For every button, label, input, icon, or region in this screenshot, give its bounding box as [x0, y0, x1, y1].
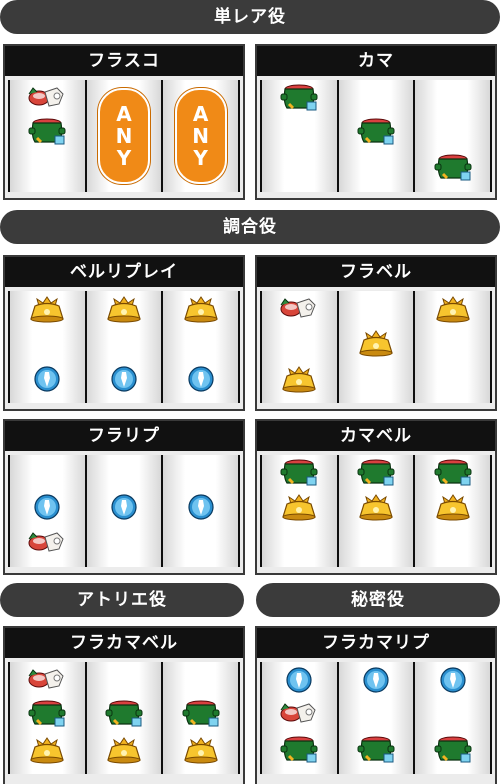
reel-left	[262, 291, 337, 403]
reel-left	[262, 662, 337, 774]
bell-symbol-icon	[184, 737, 218, 764]
panel-title-fra-kama-bell: フラカマベル	[5, 628, 243, 658]
bell-symbol-icon	[282, 494, 316, 521]
panel-title-bell-replay: ベルリプレイ	[5, 257, 243, 287]
frasco-symbol-icon	[28, 87, 64, 107]
any-badge: A N Y	[174, 88, 227, 184]
kama-symbol-icon	[356, 459, 396, 487]
replay-symbol-icon	[111, 494, 137, 520]
reel-center	[86, 455, 162, 567]
replay-symbol-icon	[34, 494, 60, 520]
reel-right: A N Y	[163, 80, 239, 192]
reel-right	[415, 662, 491, 774]
section-header-atelier: アトリエ役	[0, 583, 244, 617]
bell-symbol-icon	[107, 737, 141, 764]
kama-symbol-icon	[356, 736, 396, 764]
kama-symbol-icon	[433, 459, 473, 487]
reel-center	[338, 662, 414, 774]
bell-symbol-icon	[436, 494, 470, 521]
reel-right	[415, 80, 491, 192]
panel-title-frasco: フラスコ	[5, 46, 243, 76]
replay-symbol-icon	[111, 366, 137, 392]
panel-title-kama-bell: カマベル	[257, 421, 495, 451]
kama-symbol-icon	[433, 154, 473, 182]
reels-fra-kama-rip	[260, 662, 492, 774]
bell-symbol-icon	[30, 296, 64, 323]
kama-symbol-icon	[104, 700, 144, 728]
reel-left	[262, 455, 337, 567]
any-letter: Y	[116, 146, 132, 170]
frasco-symbol-icon	[280, 298, 316, 318]
reels-kama-bell	[260, 455, 492, 567]
reels-fra-rip	[8, 455, 240, 567]
reels-bell-replay	[8, 291, 240, 403]
replay-symbol-icon	[188, 366, 214, 392]
reel-right	[163, 291, 239, 403]
reel-left	[10, 80, 85, 192]
section-header-choai: 調合役	[0, 210, 500, 244]
reel-right	[163, 662, 239, 774]
reels-frasco: A N Y A N Y	[8, 80, 240, 192]
reel-center	[338, 455, 414, 567]
section-header-secret: 秘密役	[256, 583, 500, 617]
replay-symbol-icon	[188, 494, 214, 520]
frasco-symbol-icon	[280, 703, 316, 723]
kama-symbol-icon	[279, 459, 319, 487]
kama-symbol-icon	[279, 736, 319, 764]
panel-title-kama: カマ	[257, 46, 495, 76]
reels-fra-bell	[260, 291, 492, 403]
reel-left	[10, 291, 85, 403]
any-letter: Y	[193, 146, 208, 170]
frasco-symbol-icon	[28, 532, 64, 552]
any-letter: N	[192, 124, 210, 148]
kama-symbol-icon	[356, 118, 396, 146]
frasco-symbol-icon	[28, 669, 64, 689]
panel-title-fra-kama-rip: フラカマリプ	[257, 628, 495, 658]
bell-symbol-icon	[282, 366, 316, 393]
panel-frasco: フラスコ A N Y A N Y	[3, 44, 245, 200]
reel-center: A N Y	[86, 80, 162, 192]
reel-center	[86, 662, 162, 774]
bell-symbol-icon	[184, 296, 218, 323]
reel-left	[10, 455, 85, 567]
bell-symbol-icon	[30, 737, 64, 764]
reel-center	[338, 291, 414, 403]
reels-kama	[260, 80, 492, 192]
reel-right	[415, 291, 491, 403]
panel-title-fra-rip: フラリプ	[5, 421, 243, 451]
replay-symbol-icon	[286, 667, 312, 693]
bell-symbol-icon	[359, 494, 393, 521]
panel-fra-rip: フラリプ	[3, 419, 245, 575]
section-header-rare: 単レア役	[0, 0, 500, 34]
reels-fra-kama-bell	[8, 662, 240, 774]
reel-center	[338, 80, 414, 192]
panel-kama-bell: カマベル	[255, 419, 497, 575]
kama-symbol-icon	[181, 700, 221, 728]
kama-symbol-icon	[27, 700, 67, 728]
kama-symbol-icon	[27, 118, 67, 146]
replay-symbol-icon	[440, 667, 466, 693]
any-letter: A	[192, 102, 209, 126]
kama-symbol-icon	[279, 84, 319, 112]
panel-fra-bell: フラベル	[255, 255, 497, 411]
bell-symbol-icon	[359, 330, 393, 357]
panel-fra-kama-bell: フラカマベル	[3, 626, 245, 784]
replay-symbol-icon	[363, 667, 389, 693]
kama-symbol-icon	[433, 736, 473, 764]
any-letter: A	[116, 102, 132, 126]
panel-fra-kama-rip: フラカマリプ	[255, 626, 497, 784]
panel-bell-replay: ベルリプレイ	[3, 255, 245, 411]
reel-left	[262, 80, 337, 192]
bell-symbol-icon	[436, 296, 470, 323]
any-letter: N	[115, 124, 133, 148]
any-badge: A N Y	[98, 88, 150, 184]
reel-left	[10, 662, 85, 774]
replay-symbol-icon	[34, 366, 60, 392]
panel-title-fra-bell: フラベル	[257, 257, 495, 287]
bell-symbol-icon	[107, 296, 141, 323]
reel-right	[415, 455, 491, 567]
reel-center	[86, 291, 162, 403]
reel-right	[163, 455, 239, 567]
panel-kama: カマ	[255, 44, 497, 200]
